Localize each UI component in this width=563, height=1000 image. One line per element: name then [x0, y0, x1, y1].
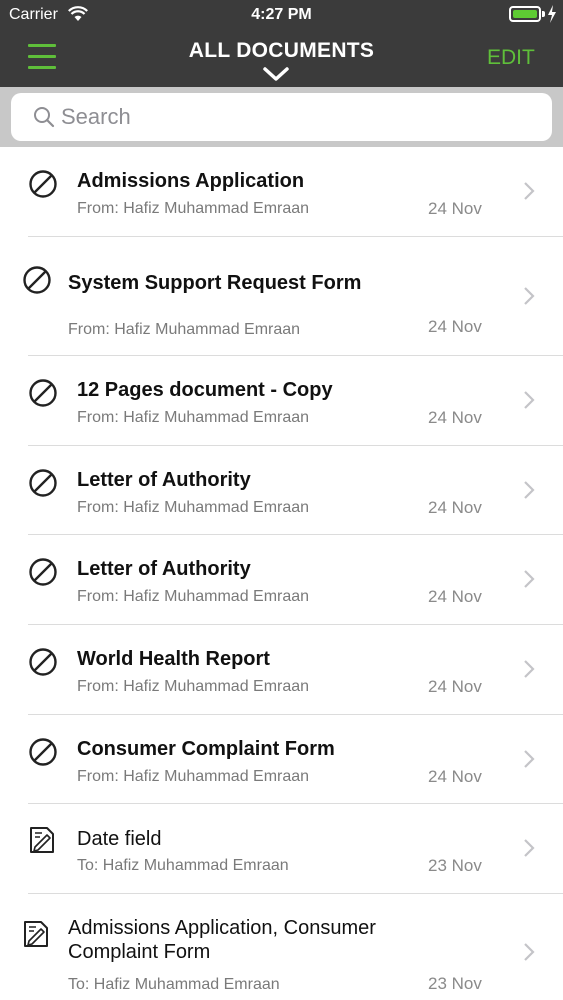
document-date: 24 Nov — [428, 199, 482, 218]
document-list: Admissions Application From: Hafiz Muham… — [0, 147, 563, 1000]
document-sender: From: Hafiz Muhammad Emraan — [77, 768, 310, 785]
document-date: 24 Nov — [428, 677, 482, 696]
document-title: System Support Request Form — [68, 272, 362, 294]
chevron-right-icon — [524, 481, 535, 499]
sign-document-icon — [24, 921, 48, 947]
chevron-right-icon — [524, 570, 535, 588]
search-icon — [34, 107, 55, 128]
document-title: Letter of Authority — [77, 469, 251, 491]
document-title: Consumer Complaint Form — [77, 738, 335, 760]
navigation-bar: Carrier 4:27 PM ALL DOCUMENTS EDIT — [0, 0, 563, 87]
search-input[interactable] — [61, 101, 541, 133]
no-entry-icon — [29, 558, 57, 586]
document-date: 24 Nov — [428, 317, 482, 336]
document-sender: From: Hafiz Muhammad Emraan — [77, 588, 310, 605]
document-row[interactable]: 12 Pages document - Copy From: Hafiz Muh… — [0, 356, 563, 446]
chevron-right-icon — [524, 943, 535, 961]
document-date: 24 Nov — [428, 767, 482, 786]
edit-button[interactable]: EDIT — [487, 46, 535, 70]
chevron-right-icon — [524, 391, 535, 409]
document-date: 24 Nov — [428, 587, 482, 606]
no-entry-icon — [29, 379, 57, 407]
document-row[interactable]: Letter of Authority From: Hafiz Muhammad… — [0, 446, 563, 535]
document-recipient: To: Hafiz Muhammad Emraan — [77, 857, 289, 874]
charging-bolt-icon — [548, 5, 556, 23]
document-row[interactable]: Admissions Application From: Hafiz Muham… — [0, 147, 563, 237]
status-time: 4:27 PM — [251, 6, 312, 23]
no-entry-icon — [29, 738, 57, 766]
document-date: 23 Nov — [428, 974, 482, 993]
search-bar — [0, 87, 563, 147]
page-title[interactable]: ALL DOCUMENTS — [0, 39, 563, 63]
document-sender: From: Hafiz Muhammad Emraan — [68, 321, 301, 338]
search-field[interactable] — [11, 93, 552, 141]
chevron-right-icon — [524, 182, 535, 200]
document-date: 24 Nov — [428, 498, 482, 517]
document-row[interactable]: System Support Request Form From: Hafiz … — [0, 237, 563, 356]
chevron-right-icon — [524, 839, 535, 857]
document-date: 23 Nov — [428, 856, 482, 875]
document-date: 24 Nov — [428, 408, 482, 427]
chevron-right-icon — [524, 660, 535, 678]
chevron-right-icon — [524, 750, 535, 768]
status-bar: Carrier 4:27 PM — [0, 0, 563, 30]
no-entry-icon — [23, 266, 51, 294]
document-title: Admissions Application, Consumer Complai… — [68, 917, 376, 963]
no-entry-icon — [29, 648, 57, 676]
document-title: 12 Pages document - Copy — [77, 379, 333, 401]
no-entry-icon — [29, 469, 57, 497]
document-row[interactable]: World Health Report From: Hafiz Muhammad… — [0, 625, 563, 715]
document-row[interactable]: Date field To: Hafiz Muhammad Emraan 23 … — [0, 804, 563, 894]
document-row[interactable]: Letter of Authority From: Hafiz Muhammad… — [0, 535, 563, 625]
battery-icon — [509, 6, 541, 22]
document-title: Date field — [77, 828, 162, 850]
document-title: Letter of Authority — [77, 558, 251, 580]
document-sender: From: Hafiz Muhammad Emraan — [77, 409, 310, 426]
document-sender: From: Hafiz Muhammad Emraan — [77, 678, 310, 695]
document-recipient: To: Hafiz Muhammad Emraan — [68, 976, 280, 993]
chevron-right-icon — [524, 287, 535, 305]
chevron-down-icon[interactable] — [262, 66, 290, 82]
document-sender: From: Hafiz Muhammad Emraan — [77, 200, 310, 217]
document-title: Admissions Application — [77, 170, 305, 192]
no-entry-icon — [29, 170, 57, 198]
document-sender: From: Hafiz Muhammad Emraan — [77, 499, 310, 516]
document-row[interactable]: Consumer Complaint Form From: Hafiz Muha… — [0, 715, 563, 804]
document-row[interactable]: Admissions Application, Consumer Complai… — [0, 894, 563, 1000]
hamburger-icon-line — [28, 66, 56, 69]
battery-tip — [542, 11, 545, 17]
document-title: World Health Report — [77, 648, 270, 670]
sign-document-icon — [30, 827, 54, 853]
